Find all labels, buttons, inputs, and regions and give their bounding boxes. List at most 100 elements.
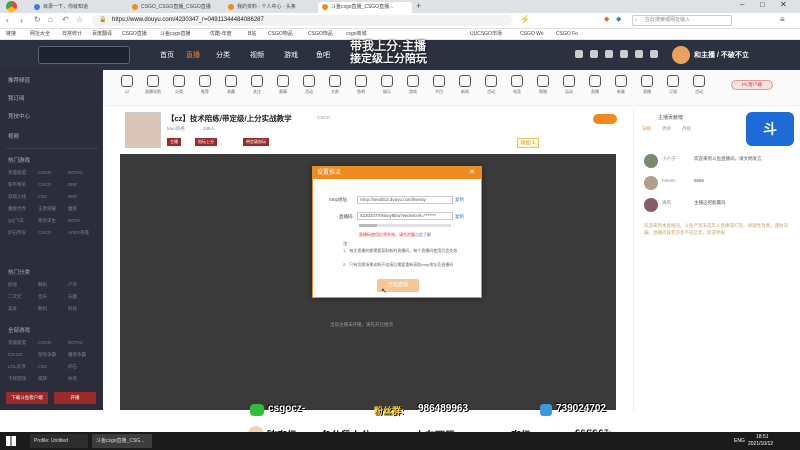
header-icon[interactable] (635, 50, 643, 58)
sidebar-subitem[interactable]: DNF (68, 182, 77, 187)
category-item[interactable]: 活动 (481, 75, 501, 95)
chat-user[interactable]: hmmm (662, 178, 676, 183)
sidebar-subitem[interactable]: DOTA2 (68, 170, 83, 175)
room-tag[interactable]: 陪玩上分 (195, 138, 217, 146)
bookmark-item[interactable]: 日常统计 (62, 29, 82, 40)
category-item[interactable]: 活动 (299, 75, 319, 95)
nav-item-fishbar[interactable]: 鱼吧 (316, 50, 330, 60)
sidebar-item-video[interactable]: 视频 (8, 132, 19, 140)
sidebar-subitem[interactable]: 炉石 (68, 364, 77, 370)
window-maximize-button[interactable]: □ (760, 0, 765, 9)
sidebar-subitem[interactable]: 英雄联盟 (8, 340, 26, 346)
category-item[interactable]: 直播导航 (143, 75, 163, 95)
key-hint-link[interactable]: 点此了解 (415, 232, 431, 238)
nav-item-home[interactable]: 首页 (160, 50, 174, 60)
category-item[interactable]: 直播 (637, 75, 657, 95)
sidebar-subitem[interactable]: 乐趣 (68, 294, 77, 300)
bookmark-item[interactable]: 网址大全 (30, 29, 50, 40)
key-copy-link[interactable]: 复制 (455, 214, 464, 220)
extension-icon[interactable]: ◆ (616, 15, 621, 23)
sidebar-subitem[interactable]: DNF (68, 194, 77, 199)
category-item[interactable]: 鱼吧 (351, 75, 371, 95)
nav-item-video[interactable]: 视频 (250, 50, 264, 60)
pc-client-badge[interactable]: PC客户端 (731, 80, 773, 90)
sidebar-subitem[interactable]: 和平精英 (8, 182, 26, 188)
sidebar-subitem[interactable]: CS2 (38, 364, 47, 369)
category-item[interactable]: 直播 (585, 75, 605, 95)
windows-start-icon[interactable] (6, 436, 16, 446)
category-item[interactable]: 节目 (429, 75, 449, 95)
undo-icon[interactable]: ↶ (62, 15, 69, 24)
category-item[interactable]: 分类 (169, 75, 189, 95)
category-item[interactable]: 新春 (611, 75, 631, 95)
sidebar-subitem[interactable]: 数码 (38, 306, 47, 312)
room-category[interactable]: CSGO (317, 115, 330, 120)
sidebar-subitem[interactable]: CSGO (38, 230, 51, 235)
header-icon[interactable] (605, 50, 613, 58)
browser-logo[interactable] (6, 1, 17, 12)
sidebar-subitem[interactable]: 卡牌游戏 (8, 376, 26, 382)
category-item[interactable]: 购物 (533, 75, 553, 95)
browser-tab[interactable]: 目录一下，你就知道 (30, 2, 126, 13)
sidebar-subitem[interactable]: CS:GO (8, 352, 23, 357)
sidebar-subitem[interactable]: CSGO (38, 340, 51, 345)
sidebar-subitem[interactable]: 穿越火线 (8, 194, 26, 200)
lightning-icon[interactable]: ⚡ (520, 15, 530, 24)
sidebar-subitem[interactable]: 棋牌 (38, 376, 47, 382)
star-icon[interactable]: ☆ (76, 15, 83, 24)
home-icon[interactable]: ⌂ (48, 15, 53, 24)
sidebar-subitem[interactable]: 二次元 (8, 294, 22, 300)
sidebar-subitem[interactable]: 魔兽 (68, 206, 77, 212)
menu-icon[interactable]: ≡ (780, 15, 785, 24)
category-item[interactable]: 电竞 (507, 75, 527, 95)
category-item[interactable]: 12 (117, 75, 137, 94)
room-uploader[interactable]: Muu风格 (167, 126, 185, 132)
sidebar-subitem[interactable]: 美食 (8, 306, 17, 312)
chat-avatar[interactable] (644, 176, 658, 190)
bookmark-item[interactable]: 优酷-年度 (210, 29, 232, 40)
sidebar-subitem[interactable]: QQ飞车 (8, 218, 24, 224)
search-input[interactable]: ⌕ 在此搜索或网址输入 (632, 15, 732, 26)
download-client-button[interactable]: 下载斗鱼客户端 (6, 392, 48, 404)
nav-item-game[interactable]: 游戏 (284, 50, 298, 60)
category-item[interactable]: 关注 (247, 75, 267, 95)
room-tag[interactable]: 带定级陪玩 (243, 138, 269, 146)
room-tag[interactable]: 主播 (167, 138, 181, 146)
sidebar-subitem[interactable]: 科技 (68, 306, 77, 312)
bookmark-item[interactable]: UUCSGO市场 (470, 29, 502, 40)
bookmark-item[interactable]: CSGO Fo (556, 29, 578, 40)
window-close-button[interactable]: ✕ (780, 0, 787, 9)
rtmp-address-field[interactable]: rtmp://sendtc3.douyu.com/live/ay (357, 196, 453, 204)
category-item[interactable]: 订阅 (663, 75, 683, 95)
bookmark-item[interactable]: CSGO直播 (122, 29, 147, 40)
sidebar-subitem[interactable]: 星际争霸 (38, 352, 56, 358)
header-icon[interactable] (620, 50, 628, 58)
category-item[interactable]: 新闻 (455, 75, 475, 95)
sidebar-subitem[interactable]: 魔兽争霸 (68, 352, 86, 358)
category-item[interactable]: 赛事 (273, 75, 293, 95)
sidebar-subitem[interactable]: 体育 (68, 376, 77, 382)
browser-tab-active[interactable]: 斗鱼csgo直播_CSGO直播... (318, 2, 412, 13)
streamer-avatar[interactable] (125, 112, 161, 148)
bookmark-item[interactable]: CSGO物品 (268, 29, 293, 40)
sidebar-subitem[interactable]: 颜值 (8, 282, 17, 288)
nav-item-category[interactable]: 分类 (216, 50, 230, 60)
follow-button[interactable] (593, 114, 617, 124)
category-item[interactable]: 活动 (689, 75, 709, 95)
browser-tab[interactable]: 我的资料 - 个人中心 - 头条 (224, 2, 320, 13)
site-logo[interactable] (38, 46, 130, 64)
bookmark-item[interactable]: 百度翻译 (92, 29, 112, 40)
language-indicator[interactable]: ENG (734, 438, 745, 444)
sidebar-subitem[interactable]: 舞蹈 (38, 282, 47, 288)
category-item[interactable]: 大龄 (325, 75, 345, 95)
category-item[interactable]: 运动 (559, 75, 579, 95)
category-item[interactable]: 推荐 (195, 75, 215, 95)
sidebar-subitem[interactable]: APEX英雄 (68, 230, 89, 236)
window-minimize-button[interactable]: – (740, 0, 744, 9)
header-icon[interactable] (575, 50, 583, 58)
sidebar-subitem[interactable]: CSGO (38, 182, 51, 187)
sidebar-item-subscribe[interactable]: 我订阅 (8, 94, 25, 102)
bookmark-item[interactable]: 链接 (6, 29, 16, 40)
bookmark-item[interactable]: CSGO饰品 (308, 29, 333, 40)
clock-time[interactable]: 18:51 (756, 434, 769, 440)
